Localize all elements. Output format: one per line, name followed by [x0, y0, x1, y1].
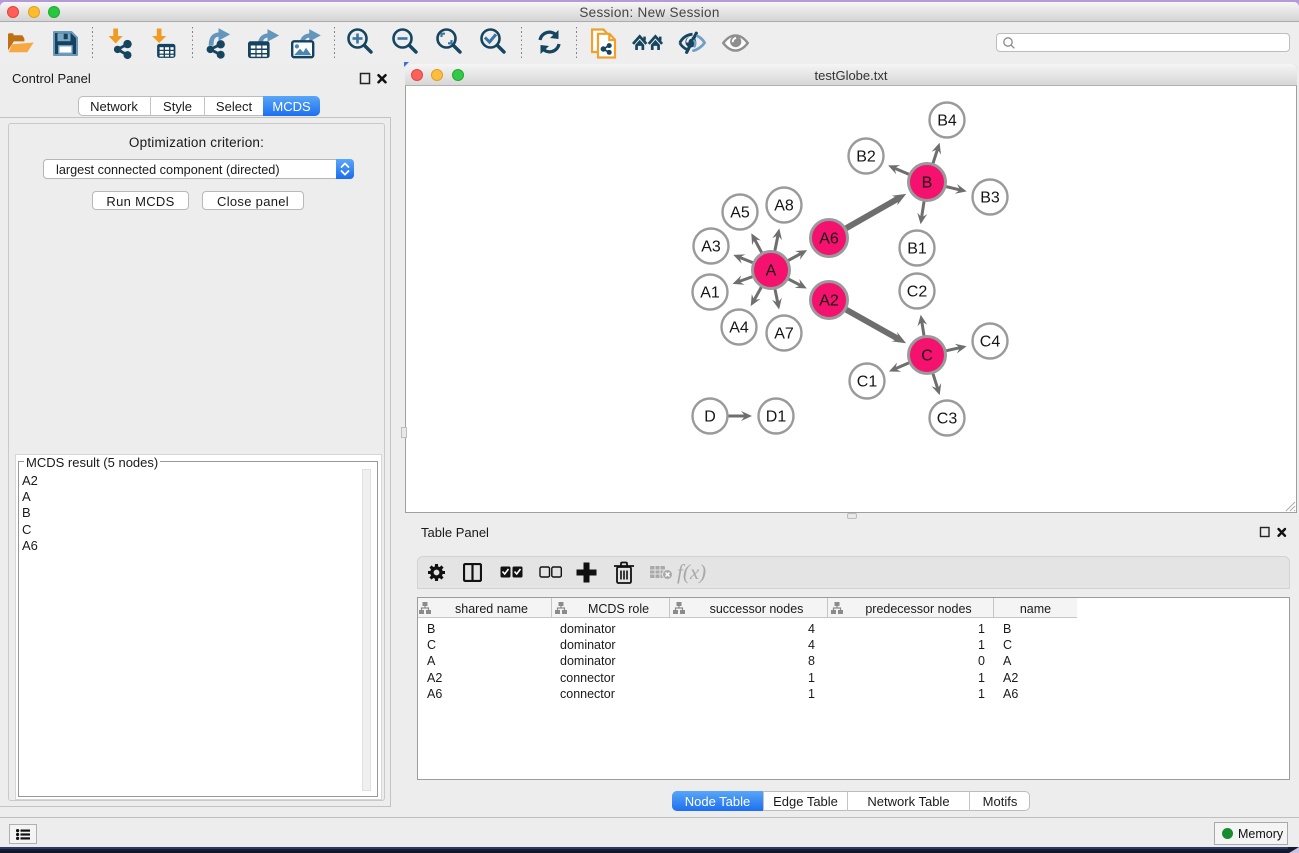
svg-text:B: B [922, 175, 933, 192]
svg-text:A1: A1 [700, 285, 720, 302]
svg-text:A2: A2 [819, 293, 839, 310]
svg-text:B2: B2 [856, 149, 876, 166]
svg-text:B4: B4 [937, 113, 957, 130]
svg-text:B1: B1 [907, 241, 927, 258]
svg-text:C2: C2 [907, 284, 928, 301]
svg-text:D1: D1 [766, 409, 787, 426]
svg-text:C: C [921, 348, 933, 365]
svg-text:C3: C3 [937, 411, 958, 428]
svg-text:A7: A7 [774, 326, 794, 343]
svg-text:A5: A5 [730, 205, 750, 222]
svg-text:C1: C1 [857, 374, 878, 391]
svg-text:C4: C4 [980, 334, 1001, 351]
svg-text:A3: A3 [701, 239, 721, 256]
svg-text:D: D [704, 409, 716, 426]
svg-text:A8: A8 [774, 198, 794, 215]
svg-text:B3: B3 [980, 190, 1000, 207]
svg-text:A4: A4 [729, 320, 749, 337]
svg-text:A: A [766, 263, 777, 280]
svg-text:A6: A6 [819, 231, 839, 248]
